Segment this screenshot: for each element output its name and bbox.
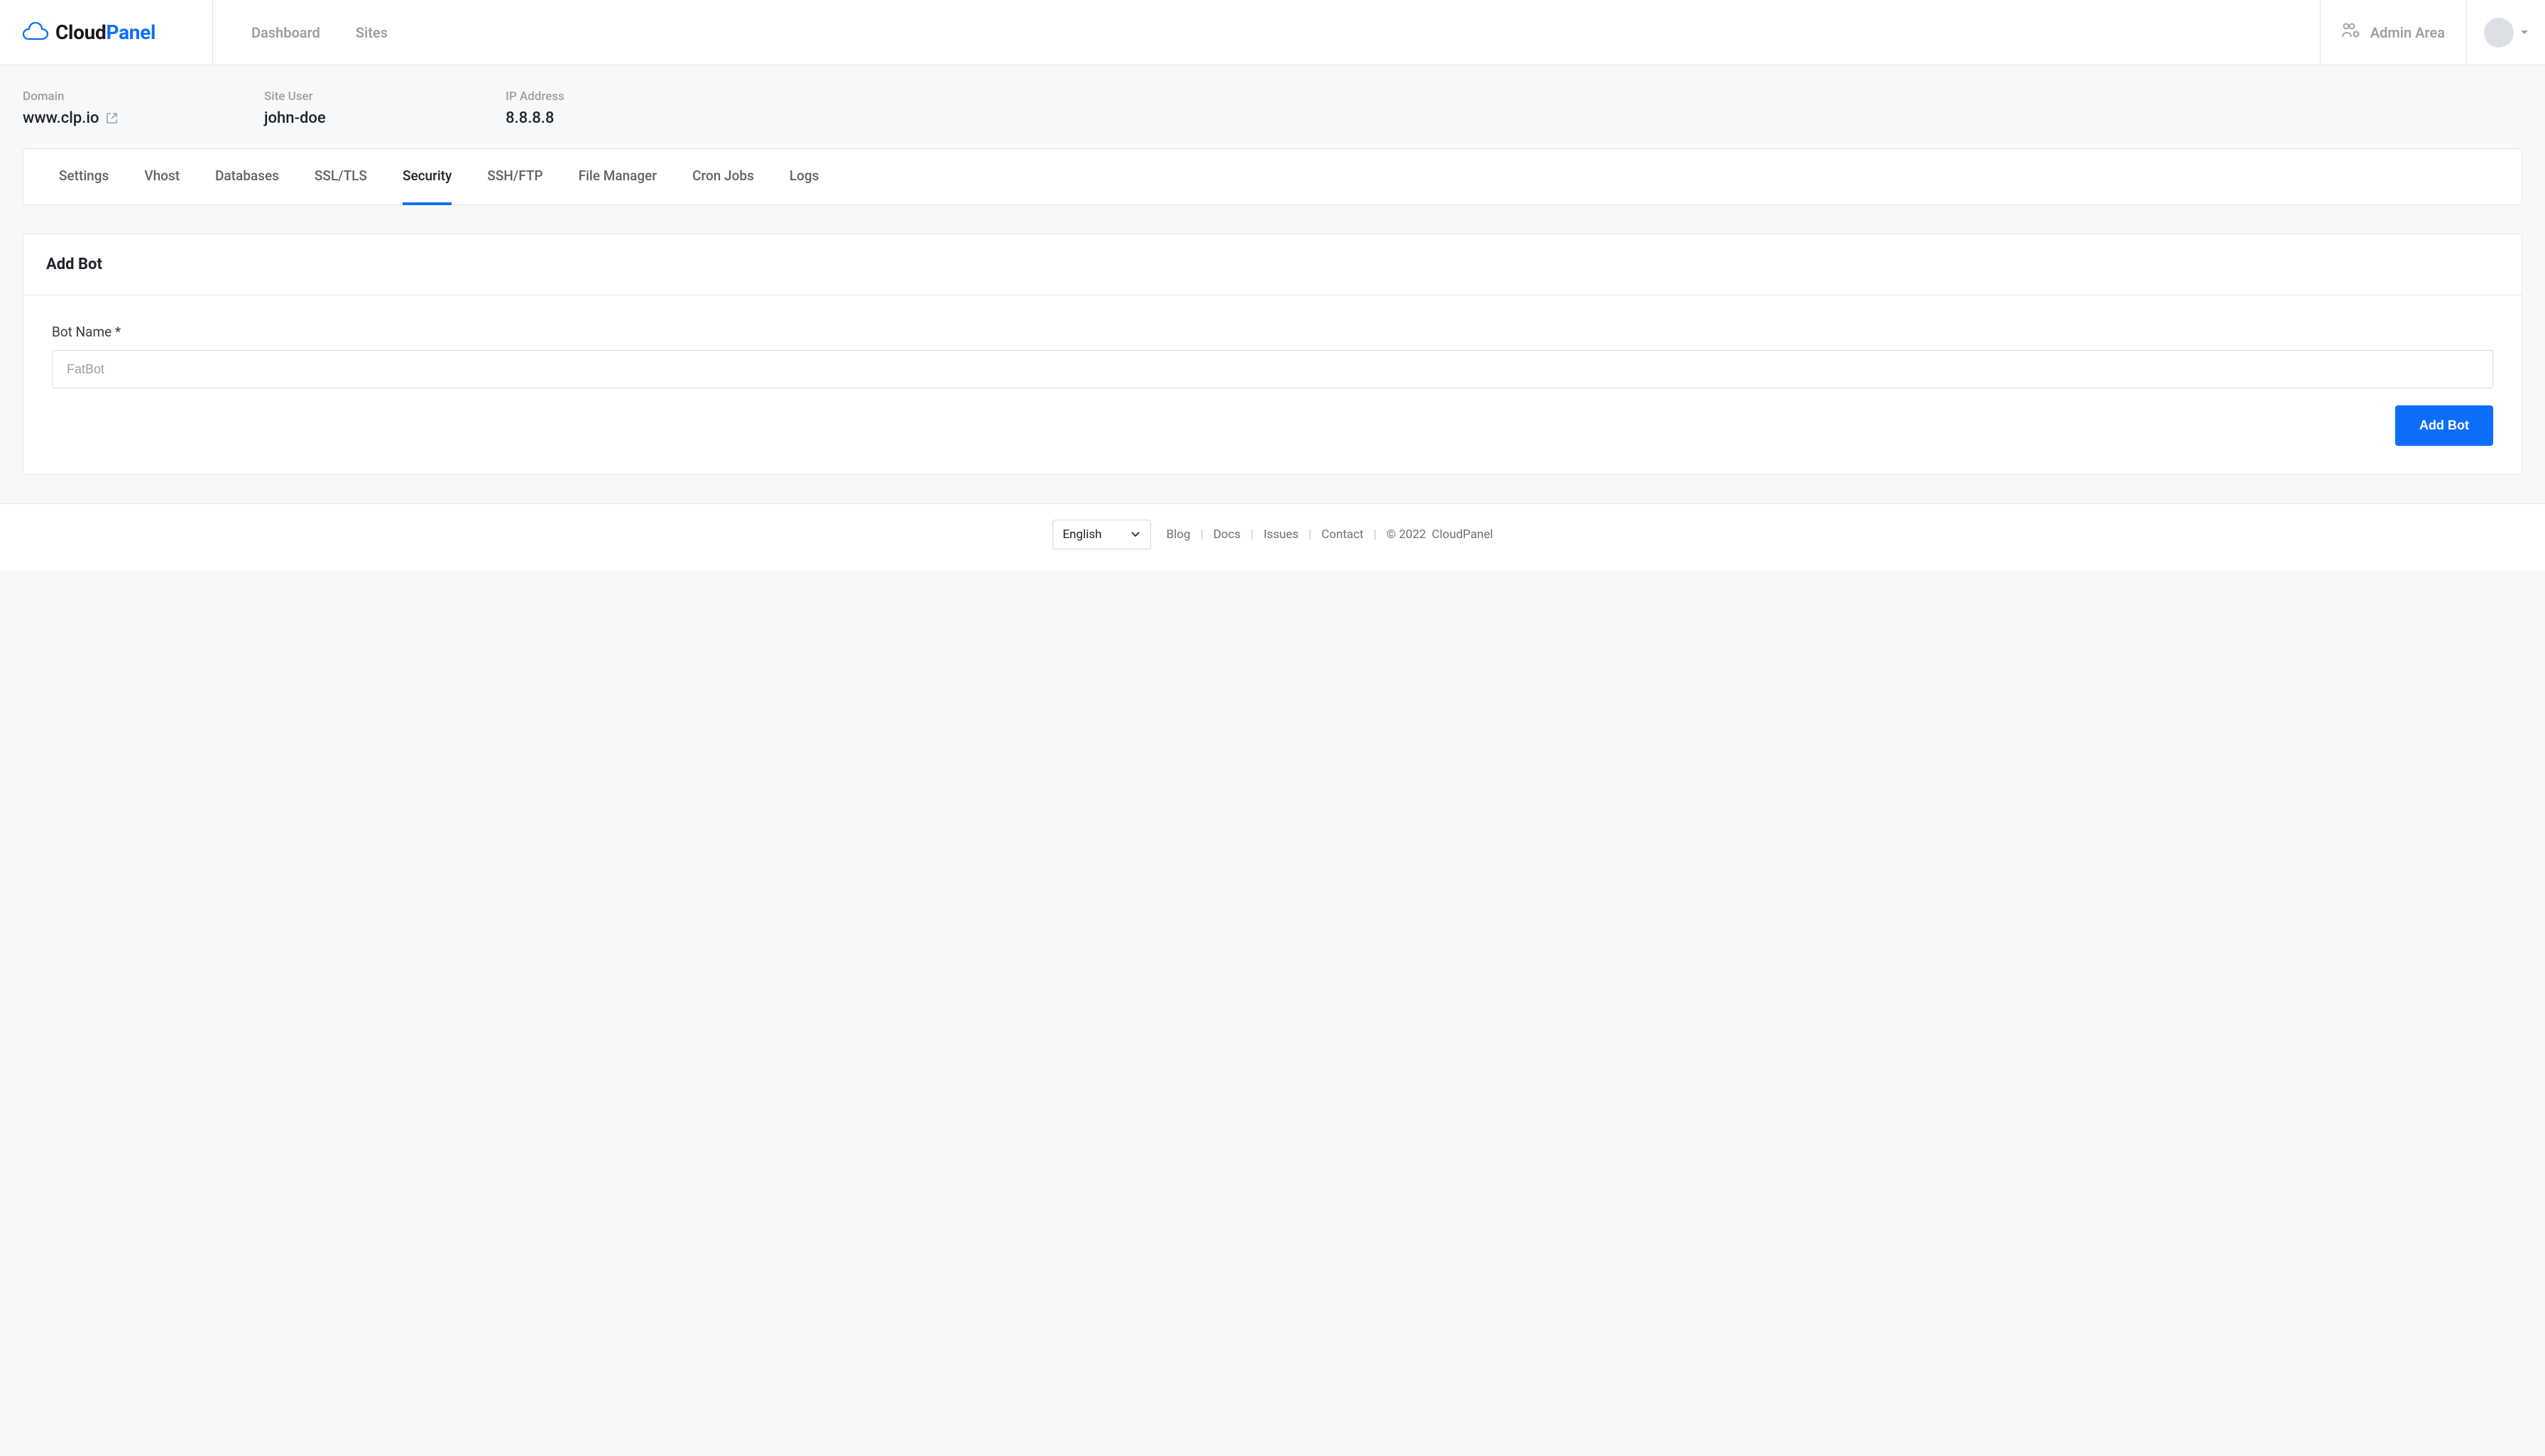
footer-copyright: © 2022 CloudPanel xyxy=(1386,527,1493,542)
tab-vhost[interactable]: Vhost xyxy=(144,149,180,205)
logo-text: CloudPanel xyxy=(55,21,156,44)
user-dropdown[interactable] xyxy=(2466,0,2545,65)
header-right: Admin Area xyxy=(2320,0,2545,65)
card-body: Bot Name * Add Bot xyxy=(23,295,2522,474)
tab-file-manager[interactable]: File Manager xyxy=(579,149,657,205)
domain-value[interactable]: www.clp.io xyxy=(23,109,179,127)
footer-contact[interactable]: Contact xyxy=(1321,527,1363,542)
tab-security[interactable]: Security xyxy=(403,149,452,205)
tab-logs[interactable]: Logs xyxy=(790,149,819,205)
card-title: Add Bot xyxy=(46,256,2499,273)
ip-value: 8.8.8.8 xyxy=(506,109,662,127)
nav-sites[interactable]: Sites xyxy=(356,24,388,41)
footer-issues[interactable]: Issues xyxy=(1263,527,1298,542)
card-header: Add Bot xyxy=(23,234,2522,295)
admin-icon xyxy=(2342,23,2360,42)
domain-label: Domain xyxy=(23,89,179,104)
site-user-label: Site User xyxy=(264,89,420,104)
bot-name-label: Bot Name * xyxy=(52,324,2493,340)
site-info-row: Domain www.clp.io Site User john-doe IP … xyxy=(23,65,2522,148)
external-link-icon xyxy=(106,109,118,127)
tabs-card: Settings Vhost Databases SSL/TLS Securit… xyxy=(23,148,2522,205)
nav-dashboard[interactable]: Dashboard xyxy=(251,24,320,41)
main-nav: Dashboard Sites xyxy=(213,0,2320,65)
bot-name-input[interactable] xyxy=(52,350,2493,388)
button-row: Add Bot xyxy=(52,405,2493,446)
language-select[interactable]: English xyxy=(1052,520,1151,549)
chevron-down-icon xyxy=(1130,527,1140,542)
footer-blog[interactable]: Blog xyxy=(1167,527,1191,542)
cloud-icon xyxy=(23,22,48,43)
tab-ssl-tls[interactable]: SSL/TLS xyxy=(315,149,367,205)
language-label: English xyxy=(1063,527,1102,542)
header: CloudPanel Dashboard Sites Admin Area xyxy=(0,0,2545,65)
tab-cron-jobs[interactable]: Cron Jobs xyxy=(692,149,754,205)
logo[interactable]: CloudPanel xyxy=(0,0,213,65)
footer: English Blog | Docs | Issues | Contact |… xyxy=(0,503,2545,571)
footer-docs[interactable]: Docs xyxy=(1214,527,1241,542)
ip-label: IP Address xyxy=(506,89,662,104)
tab-settings[interactable]: Settings xyxy=(59,149,109,205)
tab-databases[interactable]: Databases xyxy=(215,149,279,205)
ip-block: IP Address 8.8.8.8 xyxy=(506,89,662,127)
admin-area-label: Admin Area xyxy=(2370,24,2445,41)
tab-ssh-ftp[interactable]: SSH/FTP xyxy=(487,149,543,205)
add-bot-button[interactable]: Add Bot xyxy=(2395,405,2493,446)
add-bot-card: Add Bot Bot Name * Add Bot xyxy=(23,234,2522,475)
site-user-value: john-doe xyxy=(264,109,420,127)
admin-area-link[interactable]: Admin Area xyxy=(2320,0,2466,65)
domain-block: Domain www.clp.io xyxy=(23,89,179,127)
tabs: Settings Vhost Databases SSL/TLS Securit… xyxy=(23,149,2522,204)
page-body: Domain www.clp.io Site User john-doe IP … xyxy=(0,65,2545,475)
footer-links: Blog | Docs | Issues | Contact | © 2022 … xyxy=(1167,527,1493,542)
avatar xyxy=(2484,18,2514,48)
chevron-down-icon xyxy=(2521,31,2528,34)
site-user-block: Site User john-doe xyxy=(264,89,420,127)
